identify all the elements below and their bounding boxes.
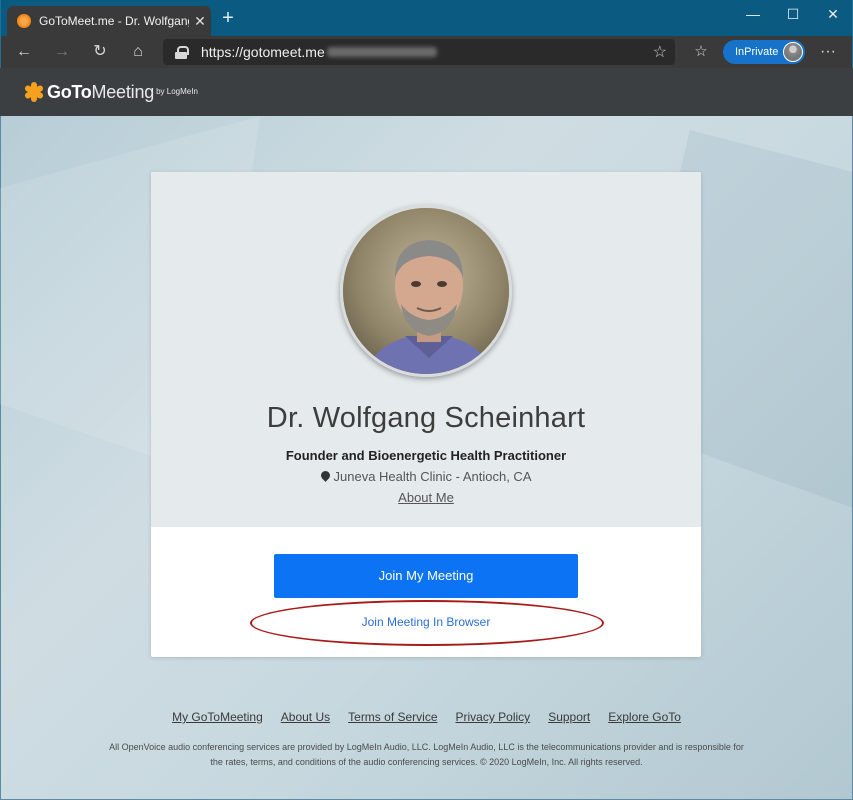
lock-icon: [175, 45, 189, 59]
profile-name: Dr. Wolfgang Scheinhart: [266, 402, 586, 434]
minimize-window-button[interactable]: —: [733, 0, 773, 28]
site-header: GoTo Meeting by LogMeIn: [0, 68, 853, 116]
home-button[interactable]: ⌂: [125, 40, 151, 64]
favorite-star-icon[interactable]: ☆: [653, 42, 667, 62]
map-pin-icon: [321, 471, 330, 483]
address-url: https://gotomeet.me: [201, 44, 325, 60]
browser-toolbar: ← → ↻ ⌂ https://gotomeet.me ☆ ☆ InPrivat…: [0, 36, 853, 68]
browser-tab-active[interactable]: GoToMeet.me - Dr. Wolfgang Sc ✕: [7, 6, 211, 36]
profile-avatar-icon: [783, 42, 803, 62]
location-text: Juneva Health Clinic - Antioch, CA: [333, 469, 532, 484]
logo-goto-text: GoTo: [47, 81, 92, 102]
back-button[interactable]: ←: [11, 40, 37, 64]
favorites-icon[interactable]: ☆: [689, 40, 713, 64]
footer-link-support[interactable]: Support: [548, 710, 590, 724]
legal-line-1: All OpenVoice audio conferencing service…: [109, 742, 744, 752]
about-me-link[interactable]: About Me: [151, 490, 701, 505]
logo-by-text: by LogMeIn: [156, 87, 198, 96]
tab-close-icon[interactable]: ✕: [189, 13, 211, 30]
refresh-button[interactable]: ↻: [87, 40, 113, 64]
address-bar[interactable]: https://gotomeet.me ☆: [163, 39, 675, 65]
profile-title: Founder and Bioenergetic Health Practiti…: [285, 448, 567, 463]
legal-line-2: the rates, terms, and conditions of the …: [210, 757, 643, 767]
profile-card: Dr. Wolfgang Scheinhart Founder and Bioe…: [151, 172, 701, 657]
inprivate-label: InPrivate: [735, 46, 779, 58]
gotomeeting-logo[interactable]: GoTo Meeting by LogMeIn: [23, 81, 198, 103]
profile-location: Juneva Health Clinic - Antioch, CA: [151, 469, 701, 484]
gotomeeting-favicon-icon: [17, 14, 31, 28]
profile-photo: [340, 205, 512, 377]
footer-link-privacy-policy[interactable]: Privacy Policy: [456, 710, 531, 724]
footer-link-about-us[interactable]: About Us: [281, 710, 330, 724]
new-tab-button[interactable]: +: [217, 8, 239, 30]
tab-title: GoToMeet.me - Dr. Wolfgang Sc: [39, 14, 189, 28]
inprivate-badge[interactable]: InPrivate: [723, 40, 805, 64]
footer-links: My GoToMeeting About Us Terms of Service…: [0, 710, 853, 724]
footer-link-explore-goto[interactable]: Explore GoTo: [608, 710, 681, 724]
footer-link-terms-of-service[interactable]: Terms of Service: [348, 710, 437, 724]
close-window-button[interactable]: ✕: [813, 0, 853, 28]
gotomeeting-flower-icon: [23, 82, 45, 102]
footer-link-my-gotomeeting[interactable]: My GoToMeeting: [172, 710, 263, 724]
more-menu-button[interactable]: ···: [815, 40, 841, 64]
logo-meeting-text: Meeting: [91, 81, 155, 102]
legal-notice: All OpenVoice audio conferencing service…: [80, 740, 773, 770]
forward-button[interactable]: →: [49, 40, 75, 64]
join-my-meeting-button[interactable]: Join My Meeting: [274, 554, 578, 598]
browser-titlebar: GoToMeet.me - Dr. Wolfgang Sc ✕ + — ☐ ✕: [0, 0, 853, 36]
maximize-window-button[interactable]: ☐: [773, 0, 813, 28]
redacted-url-segment: [326, 47, 437, 57]
annotation-highlight-ring: [250, 600, 604, 646]
